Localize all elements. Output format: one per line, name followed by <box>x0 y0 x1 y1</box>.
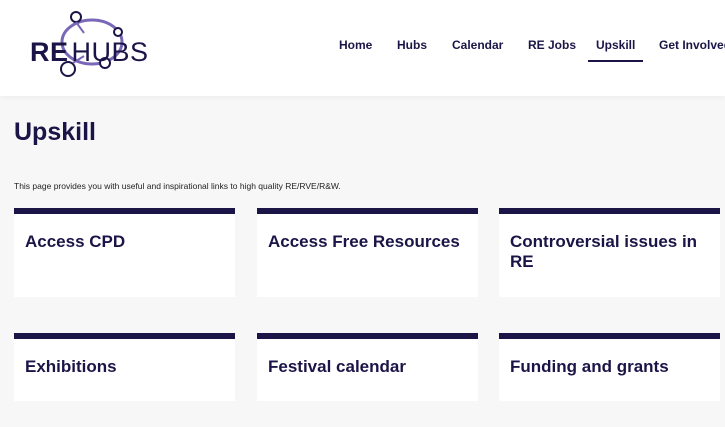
card-title: Access Free Resources <box>268 232 460 251</box>
card-title: Access CPD <box>25 232 126 251</box>
card-access-free-resources[interactable]: Access Free Resources <box>257 208 478 297</box>
card-title: Funding and grants <box>510 357 669 376</box>
site-header: RE HUBS Home Hubs Calendar RE Jobs Upskil… <box>0 0 725 96</box>
page-intro: This page provides you with useful and i… <box>14 181 341 191</box>
card-controversial-issues[interactable]: Controversial issues in RE <box>499 208 720 297</box>
page-title: Upskill <box>14 118 96 146</box>
nav-calendar[interactable]: Calendar <box>452 36 503 54</box>
card-funding-and-grants[interactable]: Funding and grants <box>499 333 720 401</box>
card-title: Controversial issues in RE <box>510 232 698 271</box>
logo-wordmark: RE HUBS <box>30 36 149 68</box>
card-title: Festival calendar <box>268 357 406 376</box>
nav-upskill[interactable]: Upskill <box>587 36 644 62</box>
card-access-cpd[interactable]: Access CPD <box>14 208 235 297</box>
card-exhibitions[interactable]: Exhibitions <box>14 333 235 401</box>
logo-re: RE <box>30 37 69 67</box>
logo-hubs: HUBS <box>71 37 149 67</box>
nav-hubs[interactable]: Hubs <box>397 36 427 54</box>
nav-get-involved[interactable]: Get Involved <box>659 36 725 54</box>
card-festival-calendar[interactable]: Festival calendar <box>257 333 478 401</box>
nav-re-jobs[interactable]: RE Jobs <box>528 36 576 54</box>
nav-home[interactable]: Home <box>339 36 372 54</box>
card-title: Exhibitions <box>25 357 117 376</box>
site-logo[interactable]: RE HUBS <box>28 8 148 84</box>
